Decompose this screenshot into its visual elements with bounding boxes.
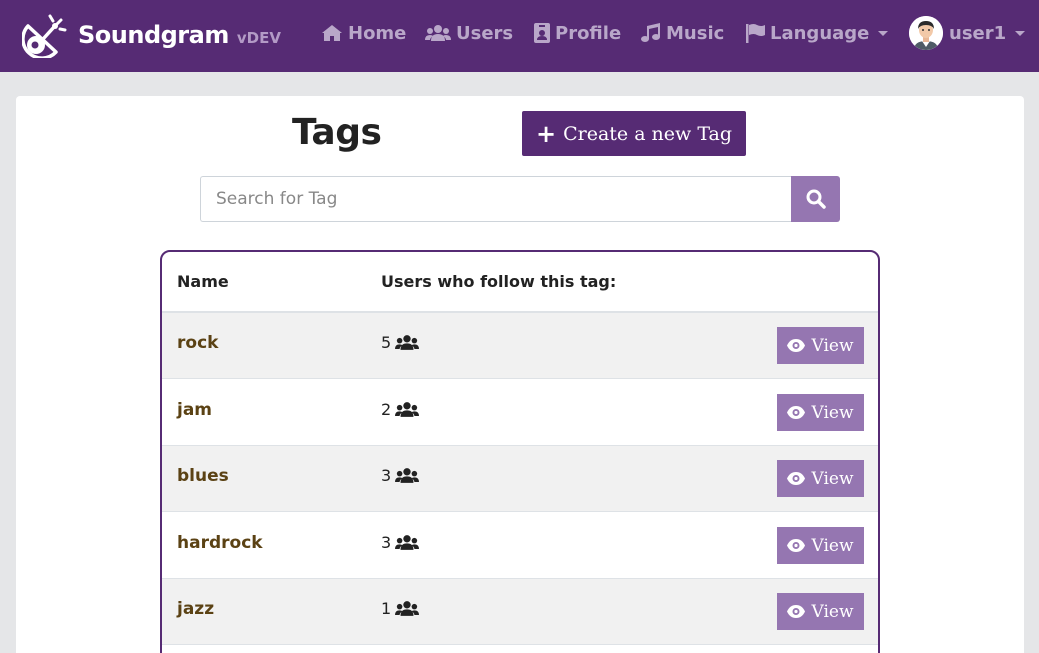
- nav-item-label: Users: [456, 22, 514, 44]
- tag-name: blues: [177, 466, 229, 486]
- view-label: View: [811, 468, 854, 489]
- search-input[interactable]: [200, 176, 791, 222]
- table-header: Name Users who follow this tag:: [162, 252, 878, 313]
- search-icon: [806, 189, 826, 209]
- eye-icon: [787, 339, 806, 352]
- create-tag-button[interactable]: + Create a new Tag: [522, 111, 746, 156]
- table-row: jam 2 View: [162, 380, 878, 446]
- follower-count-value: 2: [381, 400, 392, 419]
- table-row: blues 3 View: [162, 446, 878, 512]
- users-icon: [395, 535, 420, 550]
- follower-count-value: 1: [381, 599, 392, 618]
- page-title: Tags: [292, 112, 382, 153]
- eye-icon: [787, 539, 806, 552]
- users-icon: [395, 402, 420, 417]
- follower-count: 2: [381, 400, 420, 419]
- table-row: hardrock 3 View: [162, 513, 878, 579]
- tag-name: hardrock: [177, 533, 263, 553]
- column-header-followers: Users who follow this tag:: [381, 272, 617, 291]
- plus-icon: +: [535, 118, 557, 148]
- nav-item-label: Music: [666, 22, 725, 44]
- view-label: View: [811, 601, 854, 622]
- nav-item-label: Profile: [555, 22, 622, 44]
- follower-count-value: 5: [381, 333, 392, 352]
- table-row: jazz 1 View: [162, 579, 878, 645]
- view-label: View: [811, 402, 854, 423]
- create-tag-label: Create a new Tag: [563, 122, 733, 145]
- eye-icon: [787, 406, 806, 419]
- nav-item-users[interactable]: Users: [425, 20, 513, 46]
- follower-count: 3: [381, 533, 420, 552]
- nav-item-label: Language: [770, 22, 870, 44]
- tag-name: jam: [177, 400, 213, 420]
- users-icon: [395, 468, 420, 483]
- view-tag-button[interactable]: View: [777, 593, 864, 630]
- table-row: rock 5 View: [162, 313, 878, 379]
- tag-name: jazz: [177, 599, 215, 619]
- follower-count-value: 3: [381, 466, 392, 485]
- user-name: user1: [949, 22, 1007, 44]
- users-icon: [425, 24, 451, 42]
- user-menu[interactable]: user1: [909, 16, 1026, 50]
- satellite-dish-icon: [22, 14, 67, 58]
- search-button[interactable]: [791, 176, 840, 222]
- nav-item-home[interactable]: Home: [321, 20, 406, 46]
- brand[interactable]: Soundgram vDEV: [22, 12, 281, 58]
- music-icon: [641, 23, 661, 43]
- follower-count-value: 3: [381, 533, 392, 552]
- view-tag-button[interactable]: View: [777, 527, 864, 564]
- users-icon: [395, 601, 420, 616]
- nav-item-music[interactable]: Music: [641, 20, 724, 46]
- brand-version: vDEV: [236, 29, 281, 47]
- users-icon: [395, 335, 420, 350]
- home-icon: [321, 24, 343, 42]
- view-tag-button[interactable]: View: [777, 327, 864, 364]
- nav-item-label: Home: [348, 22, 407, 44]
- eye-icon: [787, 472, 806, 485]
- tags-table: Name Users who follow this tag: rock 5 V…: [160, 250, 880, 653]
- view-tag-button[interactable]: View: [777, 460, 864, 497]
- flag-icon: [745, 23, 765, 43]
- brand-name: Soundgram: [78, 21, 229, 49]
- view-label: View: [811, 535, 854, 556]
- eye-icon: [787, 605, 806, 618]
- nav-item-profile[interactable]: Profile: [534, 20, 621, 46]
- navbar: Soundgram vDEV Home Users Profile Music …: [0, 0, 1039, 72]
- follower-count: 5: [381, 333, 420, 352]
- chevron-down-icon: [878, 30, 889, 36]
- view-tag-button[interactable]: View: [777, 394, 864, 431]
- chevron-down-icon: [1015, 30, 1026, 36]
- id-badge-icon: [534, 23, 550, 43]
- follower-count: 3: [381, 466, 420, 485]
- avatar: [909, 16, 943, 50]
- tags-card: Tags + Create a new Tag Name Users who f…: [16, 96, 1024, 653]
- view-label: View: [811, 335, 854, 356]
- column-header-name: Name: [177, 272, 229, 291]
- tag-name: rock: [177, 333, 219, 353]
- nav-item-language[interactable]: Language: [745, 20, 889, 46]
- follower-count: 1: [381, 599, 420, 618]
- search-bar: [200, 176, 840, 222]
